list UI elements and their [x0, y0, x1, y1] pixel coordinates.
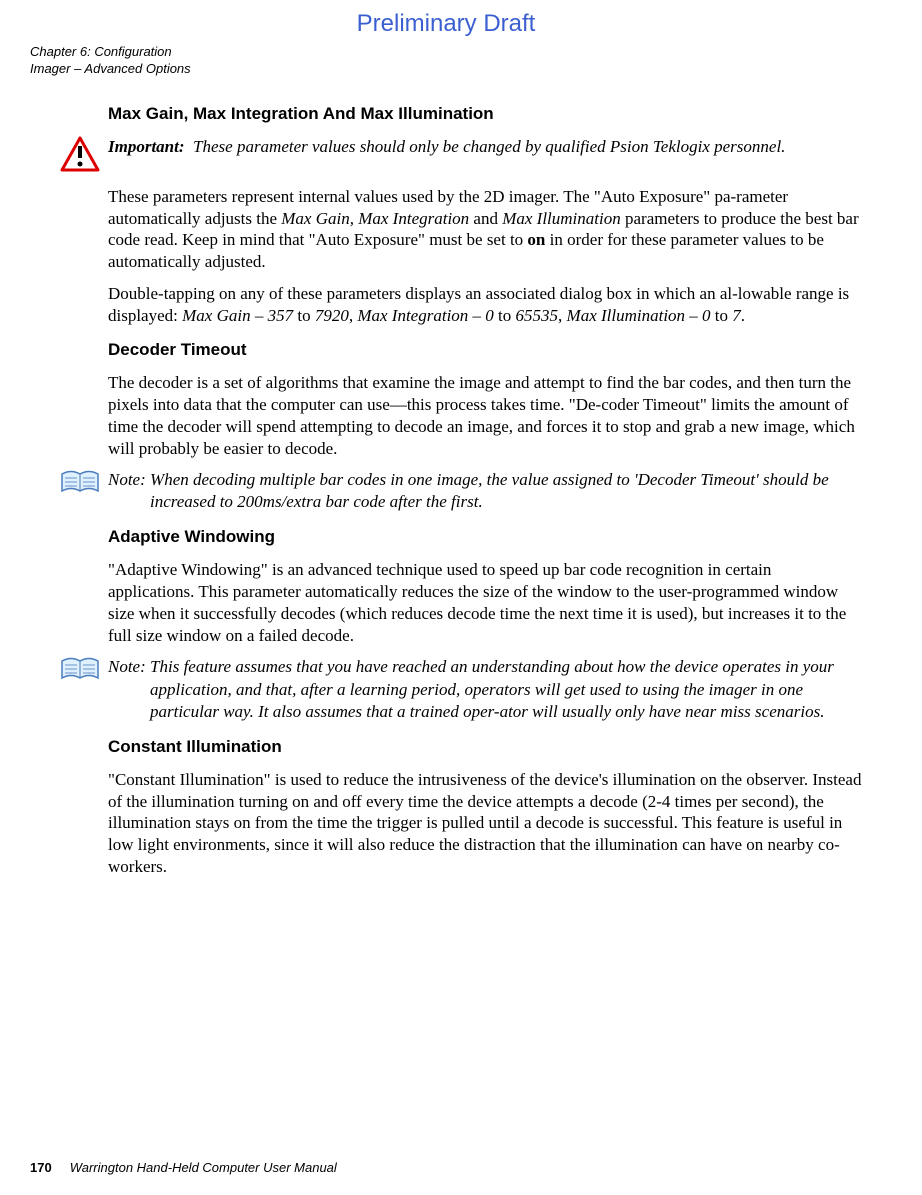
- page-header: Chapter 6: Configuration Imager – Advanc…: [30, 44, 862, 78]
- paragraph-2: Double-tapping on any of these parameter…: [108, 283, 862, 327]
- note-text-1: When decoding multiple bar codes in one …: [150, 470, 829, 511]
- header-chapter: Chapter 6: Configuration: [30, 44, 862, 61]
- note-text-2: This feature assumes that you have reach…: [150, 657, 834, 720]
- paragraph-1: These parameters represent internal valu…: [108, 186, 862, 273]
- warning-icon: [52, 136, 108, 172]
- important-body: Important: These parameter values should…: [108, 136, 862, 158]
- header-section: Imager – Advanced Options: [30, 61, 862, 78]
- note-callout-2: Note: This feature assumes that you have…: [52, 656, 862, 722]
- page-footer: 170 Warrington Hand-Held Computer User Ma…: [30, 1160, 337, 1175]
- heading-max-gain: Max Gain, Max Integration And Max Illumi…: [108, 104, 862, 124]
- note-label-1: Note:: [108, 470, 146, 489]
- paragraph-3: The decoder is a set of algorithms that …: [108, 372, 862, 459]
- heading-constant-illumination: Constant Illumination: [108, 737, 862, 757]
- note-body-1: Note: When decoding multiple bar codes i…: [108, 469, 862, 513]
- book-icon: [52, 469, 108, 497]
- important-text: These parameter values should only be ch…: [193, 137, 785, 156]
- paragraph-4: "Adaptive Windowing" is an advanced tech…: [108, 559, 862, 646]
- page-number: 170: [30, 1160, 52, 1175]
- heading-decoder-timeout: Decoder Timeout: [108, 340, 862, 360]
- book-icon: [52, 656, 108, 684]
- important-label: Important:: [108, 137, 185, 156]
- preliminary-draft-banner: Preliminary Draft: [30, 10, 862, 38]
- note-label-2: Note:: [108, 657, 146, 676]
- note-callout-1: Note: When decoding multiple bar codes i…: [52, 469, 862, 513]
- important-callout: Important: These parameter values should…: [52, 136, 862, 172]
- page-content: Max Gain, Max Integration And Max Illumi…: [30, 104, 862, 878]
- heading-adaptive-windowing: Adaptive Windowing: [108, 527, 862, 547]
- note-body-2: Note: This feature assumes that you have…: [108, 656, 862, 722]
- footer-title: Warrington Hand-Held Computer User Manua…: [70, 1160, 337, 1175]
- paragraph-5: "Constant Illumination" is used to reduc…: [108, 769, 862, 878]
